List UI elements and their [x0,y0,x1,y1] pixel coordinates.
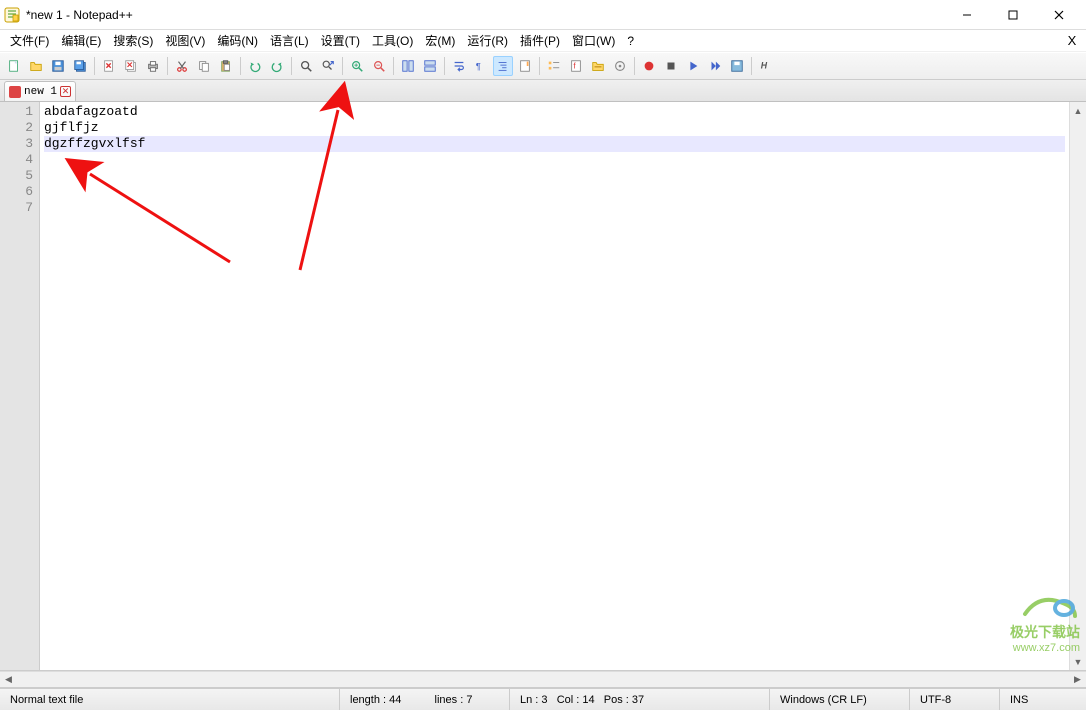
text-editor[interactable]: abdafagzoatd gjflfjz dgzffzgvxlfsf [40,102,1069,670]
menu-plugins[interactable]: 插件(P) [514,30,566,51]
watermark: 极光下载站 www.xz7.com [1010,594,1080,654]
watermark-url: www.xz7.com [1010,642,1080,654]
tab-modified-icon [9,86,21,98]
menu-macro[interactable]: 宏(M) [419,30,461,51]
status-pos: Pos : 37 [604,694,644,706]
sync-h-icon[interactable] [420,56,440,76]
status-length: length : 44 [350,694,401,706]
zoom-out-icon[interactable] [369,56,389,76]
line-number: 3 [2,136,33,152]
spellcheck-icon[interactable]: H [756,56,776,76]
editor-line: gjflfjz [44,120,1065,136]
scroll-up-icon[interactable]: ▲ [1070,102,1086,119]
function-list-icon[interactable]: f [566,56,586,76]
menu-tools[interactable]: 工具(O) [366,30,419,51]
line-number: 1 [2,104,33,120]
save-icon[interactable] [48,56,68,76]
scroll-down-icon[interactable]: ▼ [1070,653,1086,670]
folder-view-icon[interactable] [588,56,608,76]
maximize-button[interactable] [990,0,1036,30]
status-eol: Windows (CR LF) [770,689,910,710]
svg-text:¶: ¶ [476,62,481,73]
print-icon[interactable] [143,56,163,76]
menubar: 文件(F) 编辑(E) 搜索(S) 视图(V) 编码(N) 语言(L) 设置(T… [0,30,1086,52]
line-number: 5 [2,168,33,184]
close-button[interactable] [1036,0,1082,30]
titlebar: *new 1 - Notepad++ [0,0,1086,30]
scroll-right-icon[interactable]: ▶ [1069,672,1086,687]
menu-settings[interactable]: 设置(T) [315,30,366,51]
save-all-icon[interactable] [70,56,90,76]
line-number: 6 [2,184,33,200]
zoom-in-icon[interactable] [347,56,367,76]
all-chars-icon[interactable]: ¶ [471,56,491,76]
replace-icon[interactable] [318,56,338,76]
menu-encoding[interactable]: 编码(N) [211,30,264,51]
paste-icon[interactable] [216,56,236,76]
line-number: 4 [2,152,33,168]
menu-edit[interactable]: 编辑(E) [55,30,107,51]
menu-help[interactable]: ? [621,32,640,50]
editor-line [44,152,1065,168]
play-multi-icon[interactable] [705,56,725,76]
minimize-button[interactable] [944,0,990,30]
vertical-scrollbar[interactable]: ▲ ▼ [1069,102,1086,670]
doc-list-icon[interactable] [544,56,564,76]
editor-line: dgzffzgvxlfsf [44,136,1065,152]
editor-line [44,168,1065,184]
menu-run[interactable]: 运行(R) [461,30,514,51]
close-all-icon[interactable] [121,56,141,76]
menu-search[interactable]: 搜索(S) [107,30,159,51]
scroll-left-icon[interactable]: ◀ [0,672,17,687]
svg-text:H: H [761,61,768,71]
tabbar: new 1 ✕ [0,80,1086,102]
indent-guide-icon[interactable] [493,56,513,76]
save-macro-icon[interactable] [727,56,747,76]
app-icon [4,7,20,23]
window-controls [944,0,1082,30]
wordwrap-icon[interactable] [449,56,469,76]
redo-icon[interactable] [267,56,287,76]
watermark-name: 极光下载站 [1010,622,1080,642]
status-encoding: UTF-8 [910,689,1000,710]
open-file-icon[interactable] [26,56,46,76]
menu-file[interactable]: 文件(F) [4,30,55,51]
mdi-close-button[interactable]: X [1062,33,1082,48]
menu-language[interactable]: 语言(L) [264,30,315,51]
editor-area: 1 2 3 4 5 6 7 abdafagzoatd gjflfjz dgzff… [0,102,1086,671]
doc-map-icon[interactable] [515,56,535,76]
sync-v-icon[interactable] [398,56,418,76]
record-macro-icon[interactable] [639,56,659,76]
line-number: 2 [2,120,33,136]
editor-line [44,200,1065,216]
editor-line: abdafagzoatd [44,104,1065,120]
status-lines: lines : 7 [435,694,473,706]
tab-new1[interactable]: new 1 ✕ [4,81,76,101]
stop-macro-icon[interactable] [661,56,681,76]
editor-line [44,184,1065,200]
tab-label: new 1 [24,86,57,98]
window-title: *new 1 - Notepad++ [26,8,944,22]
menu-view[interactable]: 视图(V) [159,30,211,51]
monitoring-icon[interactable] [610,56,630,76]
line-number-gutter: 1 2 3 4 5 6 7 [0,102,40,670]
toolbar: ¶ f H [0,52,1086,80]
cut-icon[interactable] [172,56,192,76]
status-ln: Ln : 3 [520,694,548,706]
status-mode: INS [1000,689,1086,710]
find-icon[interactable] [296,56,316,76]
menu-window[interactable]: 窗口(W) [566,30,621,51]
new-file-icon[interactable] [4,56,24,76]
close-file-icon[interactable] [99,56,119,76]
undo-icon[interactable] [245,56,265,76]
status-col: Col : 14 [557,694,595,706]
status-doc-type: Normal text file [0,689,340,710]
statusbar: Normal text file length : 44 lines : 7 L… [0,688,1086,710]
horizontal-scrollbar[interactable]: ◀ ▶ [0,671,1086,688]
line-number: 7 [2,200,33,216]
copy-icon[interactable] [194,56,214,76]
play-macro-icon[interactable] [683,56,703,76]
tab-close-icon[interactable]: ✕ [60,86,71,97]
